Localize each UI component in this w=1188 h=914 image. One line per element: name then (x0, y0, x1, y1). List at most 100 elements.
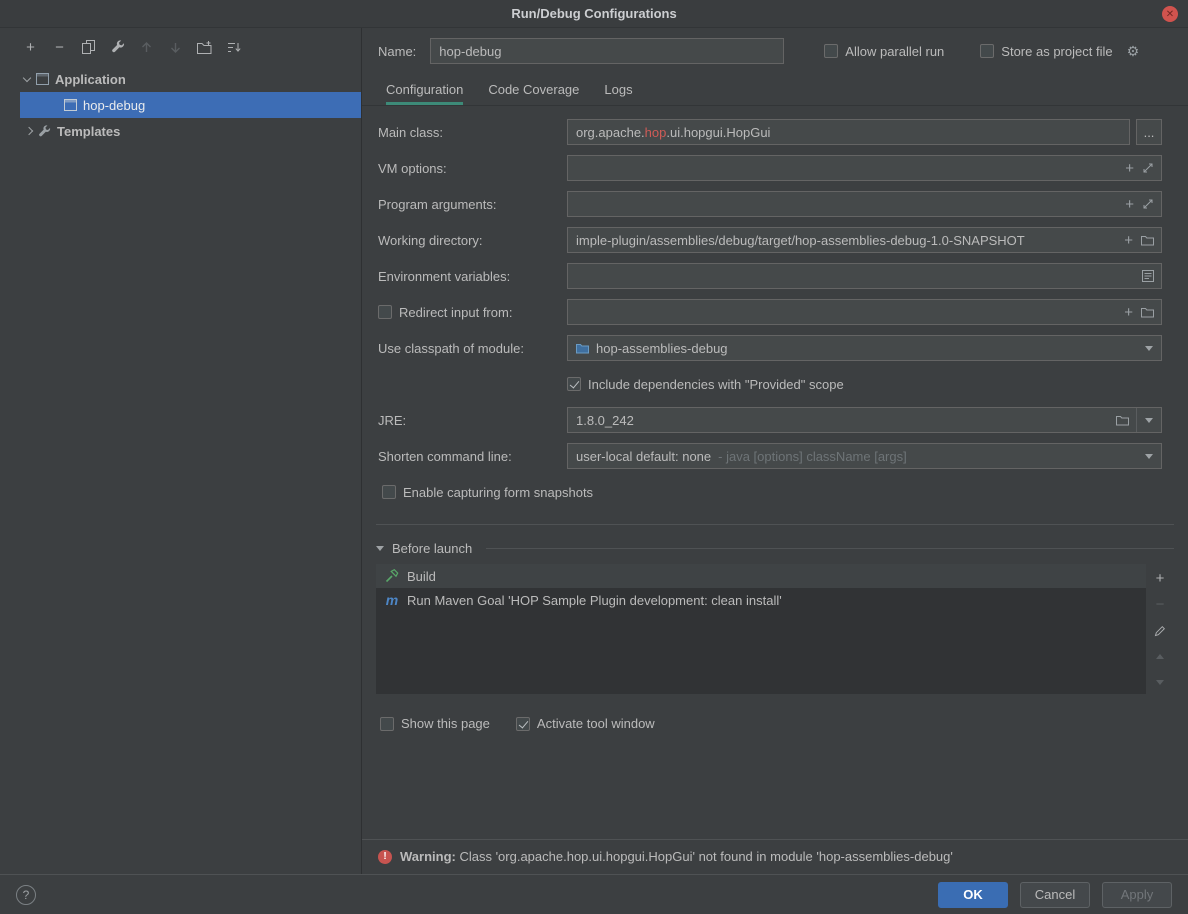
activate-tool-window-checkbox[interactable]: Activate tool window (516, 716, 655, 731)
tab-bar: Configuration Code Coverage Logs (362, 74, 1188, 106)
folder-icon[interactable] (1116, 415, 1129, 426)
environment-variables-row: Environment variables: (378, 258, 1172, 294)
provided-scope-checkbox[interactable]: Include dependencies with "Provided" sco… (567, 377, 844, 392)
vm-options-row: VM options: + (378, 150, 1172, 186)
folder-icon[interactable] (1141, 307, 1154, 318)
add-icon[interactable]: + (1125, 161, 1134, 176)
before-launch-header[interactable]: Before launch (376, 541, 1174, 556)
ok-button[interactable]: OK (938, 882, 1008, 908)
maven-icon: m (385, 592, 399, 608)
tab-code-coverage[interactable]: Code Coverage (488, 82, 579, 105)
folder-icon[interactable] (1141, 235, 1154, 246)
add-task-button[interactable]: + (1152, 570, 1169, 587)
move-up-icon[interactable] (138, 39, 155, 56)
allow-parallel-run-checkbox[interactable]: Allow parallel run (824, 44, 944, 59)
vm-options-label: VM options: (378, 161, 567, 176)
checkbox-box[interactable] (378, 305, 392, 319)
name-input[interactable] (430, 38, 784, 64)
tree-node-label: Templates (57, 124, 120, 139)
sort-configurations-icon[interactable] (225, 39, 242, 56)
checkbox-box[interactable] (980, 44, 994, 58)
chevron-down-icon[interactable] (23, 73, 31, 81)
move-task-up-icon[interactable] (1152, 648, 1169, 665)
chevron-down-icon[interactable] (1145, 418, 1153, 423)
shorten-command-line-row: Shorten command line: user-local default… (378, 438, 1172, 474)
add-icon[interactable]: + (1125, 197, 1134, 212)
module-icon (576, 343, 589, 354)
remove-configuration-button[interactable]: − (51, 39, 68, 56)
remove-task-button[interactable]: − (1152, 596, 1169, 613)
application-icon (36, 73, 49, 85)
working-directory-field[interactable]: imple-plugin/assemblies/debug/target/hop… (567, 227, 1162, 253)
form-snapshots-row: Enable capturing form snapshots (378, 474, 1172, 510)
sidebar-toolbar: + − (0, 28, 361, 66)
chevron-right-icon[interactable] (25, 127, 33, 135)
list-item-build[interactable]: Build (376, 564, 1146, 588)
list-item-maven-goal[interactable]: m Run Maven Goal 'HOP Sample Plugin deve… (376, 588, 1146, 612)
redirect-input-row: Redirect input from: + (378, 294, 1172, 330)
shorten-hint: - java [options] className [args] (718, 449, 907, 464)
tab-logs[interactable]: Logs (604, 82, 632, 105)
environment-variables-field[interactable] (567, 263, 1162, 289)
tab-configuration[interactable]: Configuration (386, 82, 463, 105)
jre-label: JRE: (378, 413, 567, 428)
cancel-button[interactable]: Cancel (1020, 882, 1090, 908)
gear-icon[interactable]: ⚙ (1127, 43, 1140, 60)
dialog-content: + − (0, 28, 1188, 874)
move-down-icon[interactable] (167, 39, 184, 56)
checkbox-box[interactable] (380, 717, 394, 731)
tree-node-hop-debug[interactable]: hop-debug (20, 92, 361, 118)
add-icon[interactable]: + (1124, 233, 1133, 248)
copy-configuration-icon[interactable] (80, 39, 97, 56)
checkbox-box[interactable] (382, 485, 396, 499)
new-folder-icon[interactable] (196, 39, 213, 56)
jre-combo[interactable]: 1.8.0_242 (567, 407, 1162, 433)
build-hammer-icon (385, 569, 399, 583)
shorten-command-line-combo[interactable]: user-local default: none - java [options… (567, 443, 1162, 469)
list-icon[interactable] (1142, 270, 1154, 282)
checkbox-box[interactable] (567, 377, 581, 391)
classpath-module-combo[interactable]: hop-assemblies-debug (567, 335, 1162, 361)
configurations-tree: Application hop-debug (0, 66, 361, 144)
expand-icon[interactable] (1142, 162, 1154, 174)
name-label: Name: (378, 44, 416, 59)
redirect-input-checkbox[interactable]: Redirect input from: (378, 305, 567, 320)
run-debug-configurations-dialog: Run/Debug Configurations ✕ + − (0, 0, 1188, 914)
title-bar: Run/Debug Configurations ✕ (0, 0, 1188, 28)
store-as-project-file-checkbox[interactable]: Store as project file (980, 44, 1112, 59)
main-class-value-pre: org.apache. (576, 125, 645, 140)
program-arguments-field[interactable]: + (567, 191, 1162, 217)
browse-main-class-button[interactable]: ... (1136, 119, 1162, 145)
provided-scope-row: Include dependencies with "Provided" sco… (378, 366, 1172, 402)
checkbox-box[interactable] (824, 44, 838, 58)
classpath-module-label: Use classpath of module: (378, 341, 567, 356)
move-task-down-icon[interactable] (1152, 674, 1169, 691)
before-launch-section: Before launch Build (376, 541, 1174, 694)
collapse-triangle-icon[interactable] (376, 546, 384, 551)
main-class-field[interactable]: org.apache.hop.ui.hopgui.HopGui (567, 119, 1130, 145)
apply-button[interactable]: Apply (1102, 882, 1172, 908)
main-class-row: Main class: org.apache.hop.ui.hopgui.Hop… (378, 114, 1172, 150)
warning-icon: ! (378, 850, 392, 864)
warning-message: Class 'org.apache.hop.ui.hopgui.HopGui' … (456, 849, 953, 864)
redirect-input-field[interactable]: + (567, 299, 1162, 325)
add-configuration-button[interactable]: + (22, 39, 39, 56)
tree-node-label: hop-debug (83, 98, 145, 113)
form-snapshots-checkbox[interactable]: Enable capturing form snapshots (382, 485, 593, 500)
checkbox-box[interactable] (516, 717, 530, 731)
edit-pencil-icon[interactable] (1152, 622, 1169, 639)
main-class-label: Main class: (378, 125, 567, 140)
edit-defaults-wrench-icon[interactable] (109, 39, 126, 56)
list-item-label: Build (407, 569, 436, 584)
tree-node-application[interactable]: Application (0, 66, 361, 92)
vm-options-field[interactable]: + (567, 155, 1162, 181)
close-icon[interactable]: ✕ (1162, 6, 1178, 22)
tree-node-templates[interactable]: Templates (0, 118, 361, 144)
help-button[interactable]: ? (16, 885, 36, 905)
checkbox-label: Allow parallel run (845, 44, 944, 59)
chevron-down-icon[interactable] (1145, 454, 1153, 459)
add-icon[interactable]: + (1124, 305, 1133, 320)
expand-icon[interactable] (1142, 198, 1154, 210)
show-this-page-checkbox[interactable]: Show this page (380, 716, 490, 731)
chevron-down-icon[interactable] (1145, 346, 1153, 351)
